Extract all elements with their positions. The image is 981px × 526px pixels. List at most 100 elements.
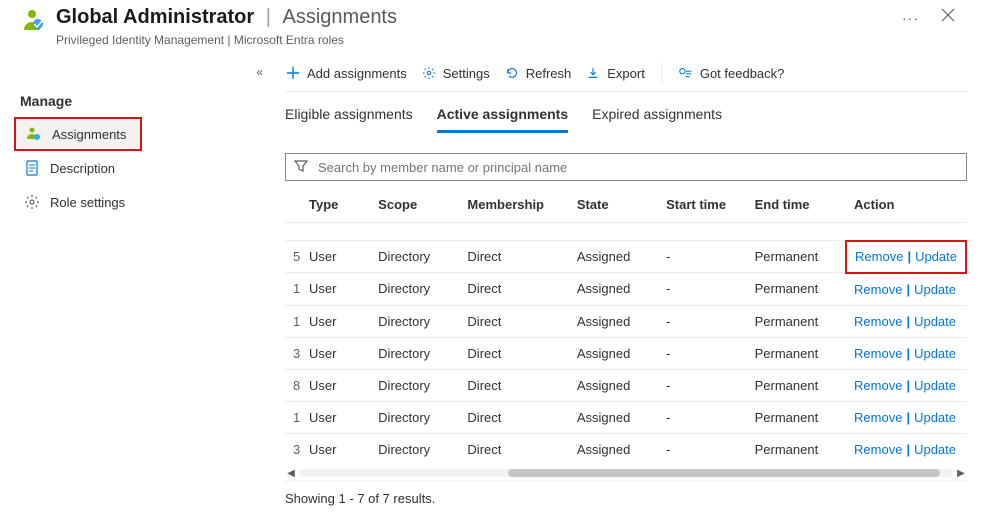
update-link[interactable]: Update	[915, 249, 957, 264]
cell-start: -	[658, 401, 747, 433]
update-link[interactable]: Update	[914, 442, 956, 457]
cell-type: User	[301, 241, 370, 273]
cell-end: Permanent	[747, 369, 846, 401]
remove-link[interactable]: Remove	[854, 378, 902, 393]
close-icon[interactable]	[937, 8, 959, 27]
scroll-thumb[interactable]	[508, 469, 940, 477]
cell-scope: Directory	[370, 337, 459, 369]
table-row[interactable]: 1UserDirectoryDirectAssigned-PermanentRe…	[285, 273, 966, 306]
remove-link[interactable]: Remove	[854, 282, 902, 297]
cell-state: Assigned	[569, 273, 658, 306]
cell-action: Remove|Update	[846, 369, 966, 401]
table-row[interactable]: 1UserDirectoryDirectAssigned-PermanentRe…	[285, 401, 966, 433]
update-link[interactable]: Update	[914, 314, 956, 329]
col-state[interactable]: State	[569, 187, 658, 223]
cell-scope: Directory	[370, 273, 459, 306]
cell-end: Permanent	[747, 273, 846, 306]
add-assignments-button[interactable]: Add assignments	[285, 65, 407, 81]
table-row[interactable]: 3UserDirectoryDirectAssigned-PermanentRe…	[285, 433, 966, 465]
col-type[interactable]: Type	[301, 187, 370, 223]
col-action[interactable]: Action	[846, 187, 966, 223]
scroll-track[interactable]	[299, 469, 953, 477]
cell-state: Assigned	[569, 241, 658, 273]
refresh-icon	[504, 65, 520, 81]
toolbar-label: Got feedback?	[700, 66, 785, 81]
toolbar-label: Refresh	[526, 66, 572, 81]
toolbar-label: Export	[607, 66, 645, 81]
cell-scope: Directory	[370, 401, 459, 433]
cell-state: Assigned	[569, 337, 658, 369]
cell-start: -	[658, 369, 747, 401]
update-link[interactable]: Update	[914, 282, 956, 297]
cell-action: Remove|Update	[846, 273, 966, 306]
cell-scope: Directory	[370, 433, 459, 465]
scroll-left-icon[interactable]: ◀	[285, 468, 297, 479]
row-index: 1	[285, 401, 301, 433]
cell-action: Remove|Update	[846, 337, 966, 369]
tab-active[interactable]: Active assignments	[437, 106, 569, 133]
cell-start: -	[658, 433, 747, 465]
results-count: Showing 1 - 7 of 7 results.	[285, 481, 967, 506]
col-membership[interactable]: Membership	[459, 187, 568, 223]
cell-membership: Direct	[459, 369, 568, 401]
table-row[interactable]: 1UserDirectoryDirectAssigned-PermanentRe…	[285, 305, 966, 337]
col-scope[interactable]: Scope	[370, 187, 459, 223]
gear-icon	[421, 65, 437, 81]
cell-type: User	[301, 369, 370, 401]
cell-membership: Direct	[459, 241, 568, 273]
assignments-icon	[26, 126, 42, 142]
remove-link[interactable]: Remove	[854, 442, 902, 457]
cell-start: -	[658, 241, 747, 273]
tab-eligible[interactable]: Eligible assignments	[285, 106, 413, 133]
tab-expired[interactable]: Expired assignments	[592, 106, 722, 133]
cell-membership: Direct	[459, 401, 568, 433]
sidebar-item-label: Assignments	[52, 127, 126, 142]
cell-scope: Directory	[370, 305, 459, 337]
cell-action: Remove|Update	[846, 401, 966, 433]
remove-link[interactable]: Remove	[854, 346, 902, 361]
table-row[interactable]: 8UserDirectoryDirectAssigned-PermanentRe…	[285, 369, 966, 401]
cell-scope: Directory	[370, 369, 459, 401]
sidebar-item-assignments[interactable]: Assignments	[14, 117, 142, 151]
export-button[interactable]: Export	[585, 65, 645, 81]
row-index: 5	[285, 241, 301, 273]
cell-start: -	[658, 273, 747, 306]
col-start[interactable]: Start time	[658, 187, 747, 223]
filter-icon	[294, 159, 308, 176]
update-link[interactable]: Update	[914, 410, 956, 425]
cell-scope: Directory	[370, 241, 459, 273]
more-menu[interactable]: ···	[898, 10, 923, 26]
feedback-icon	[678, 65, 694, 81]
row-index: 3	[285, 433, 301, 465]
feedback-button[interactable]: Got feedback?	[678, 65, 785, 81]
cell-end: Permanent	[747, 305, 846, 337]
col-end[interactable]: End time	[747, 187, 846, 223]
cell-type: User	[301, 433, 370, 465]
remove-link[interactable]: Remove	[854, 410, 902, 425]
cell-type: User	[301, 337, 370, 369]
cell-action: Remove|Update	[846, 433, 966, 465]
refresh-button[interactable]: Refresh	[504, 65, 572, 81]
remove-link[interactable]: Remove	[855, 249, 903, 264]
toolbar-label: Add assignments	[307, 66, 407, 81]
scroll-right-icon[interactable]: ▶	[955, 468, 967, 479]
search-input-wrapper[interactable]	[285, 153, 967, 181]
sidebar-item-description[interactable]: Description	[14, 151, 275, 185]
update-link[interactable]: Update	[914, 378, 956, 393]
table-row[interactable]: 5UserDirectoryDirectAssigned-PermanentRe…	[285, 241, 966, 273]
settings-button[interactable]: Settings	[421, 65, 490, 81]
collapse-sidebar-icon[interactable]: «	[256, 65, 263, 79]
page-title: Assignments	[283, 6, 398, 28]
remove-link[interactable]: Remove	[854, 314, 902, 329]
cell-state: Assigned	[569, 305, 658, 337]
gear-icon	[24, 194, 40, 210]
horizontal-scrollbar[interactable]: ◀ ▶	[285, 467, 967, 481]
page-title-line: Global Administrator | Assignments	[56, 6, 898, 29]
sidebar-item-role-settings[interactable]: Role settings	[14, 185, 275, 219]
search-input[interactable]	[316, 159, 958, 176]
table-row[interactable]: 3UserDirectoryDirectAssigned-PermanentRe…	[285, 337, 966, 369]
cell-state: Assigned	[569, 401, 658, 433]
cell-membership: Direct	[459, 433, 568, 465]
toolbar-divider	[661, 63, 662, 83]
update-link[interactable]: Update	[914, 346, 956, 361]
